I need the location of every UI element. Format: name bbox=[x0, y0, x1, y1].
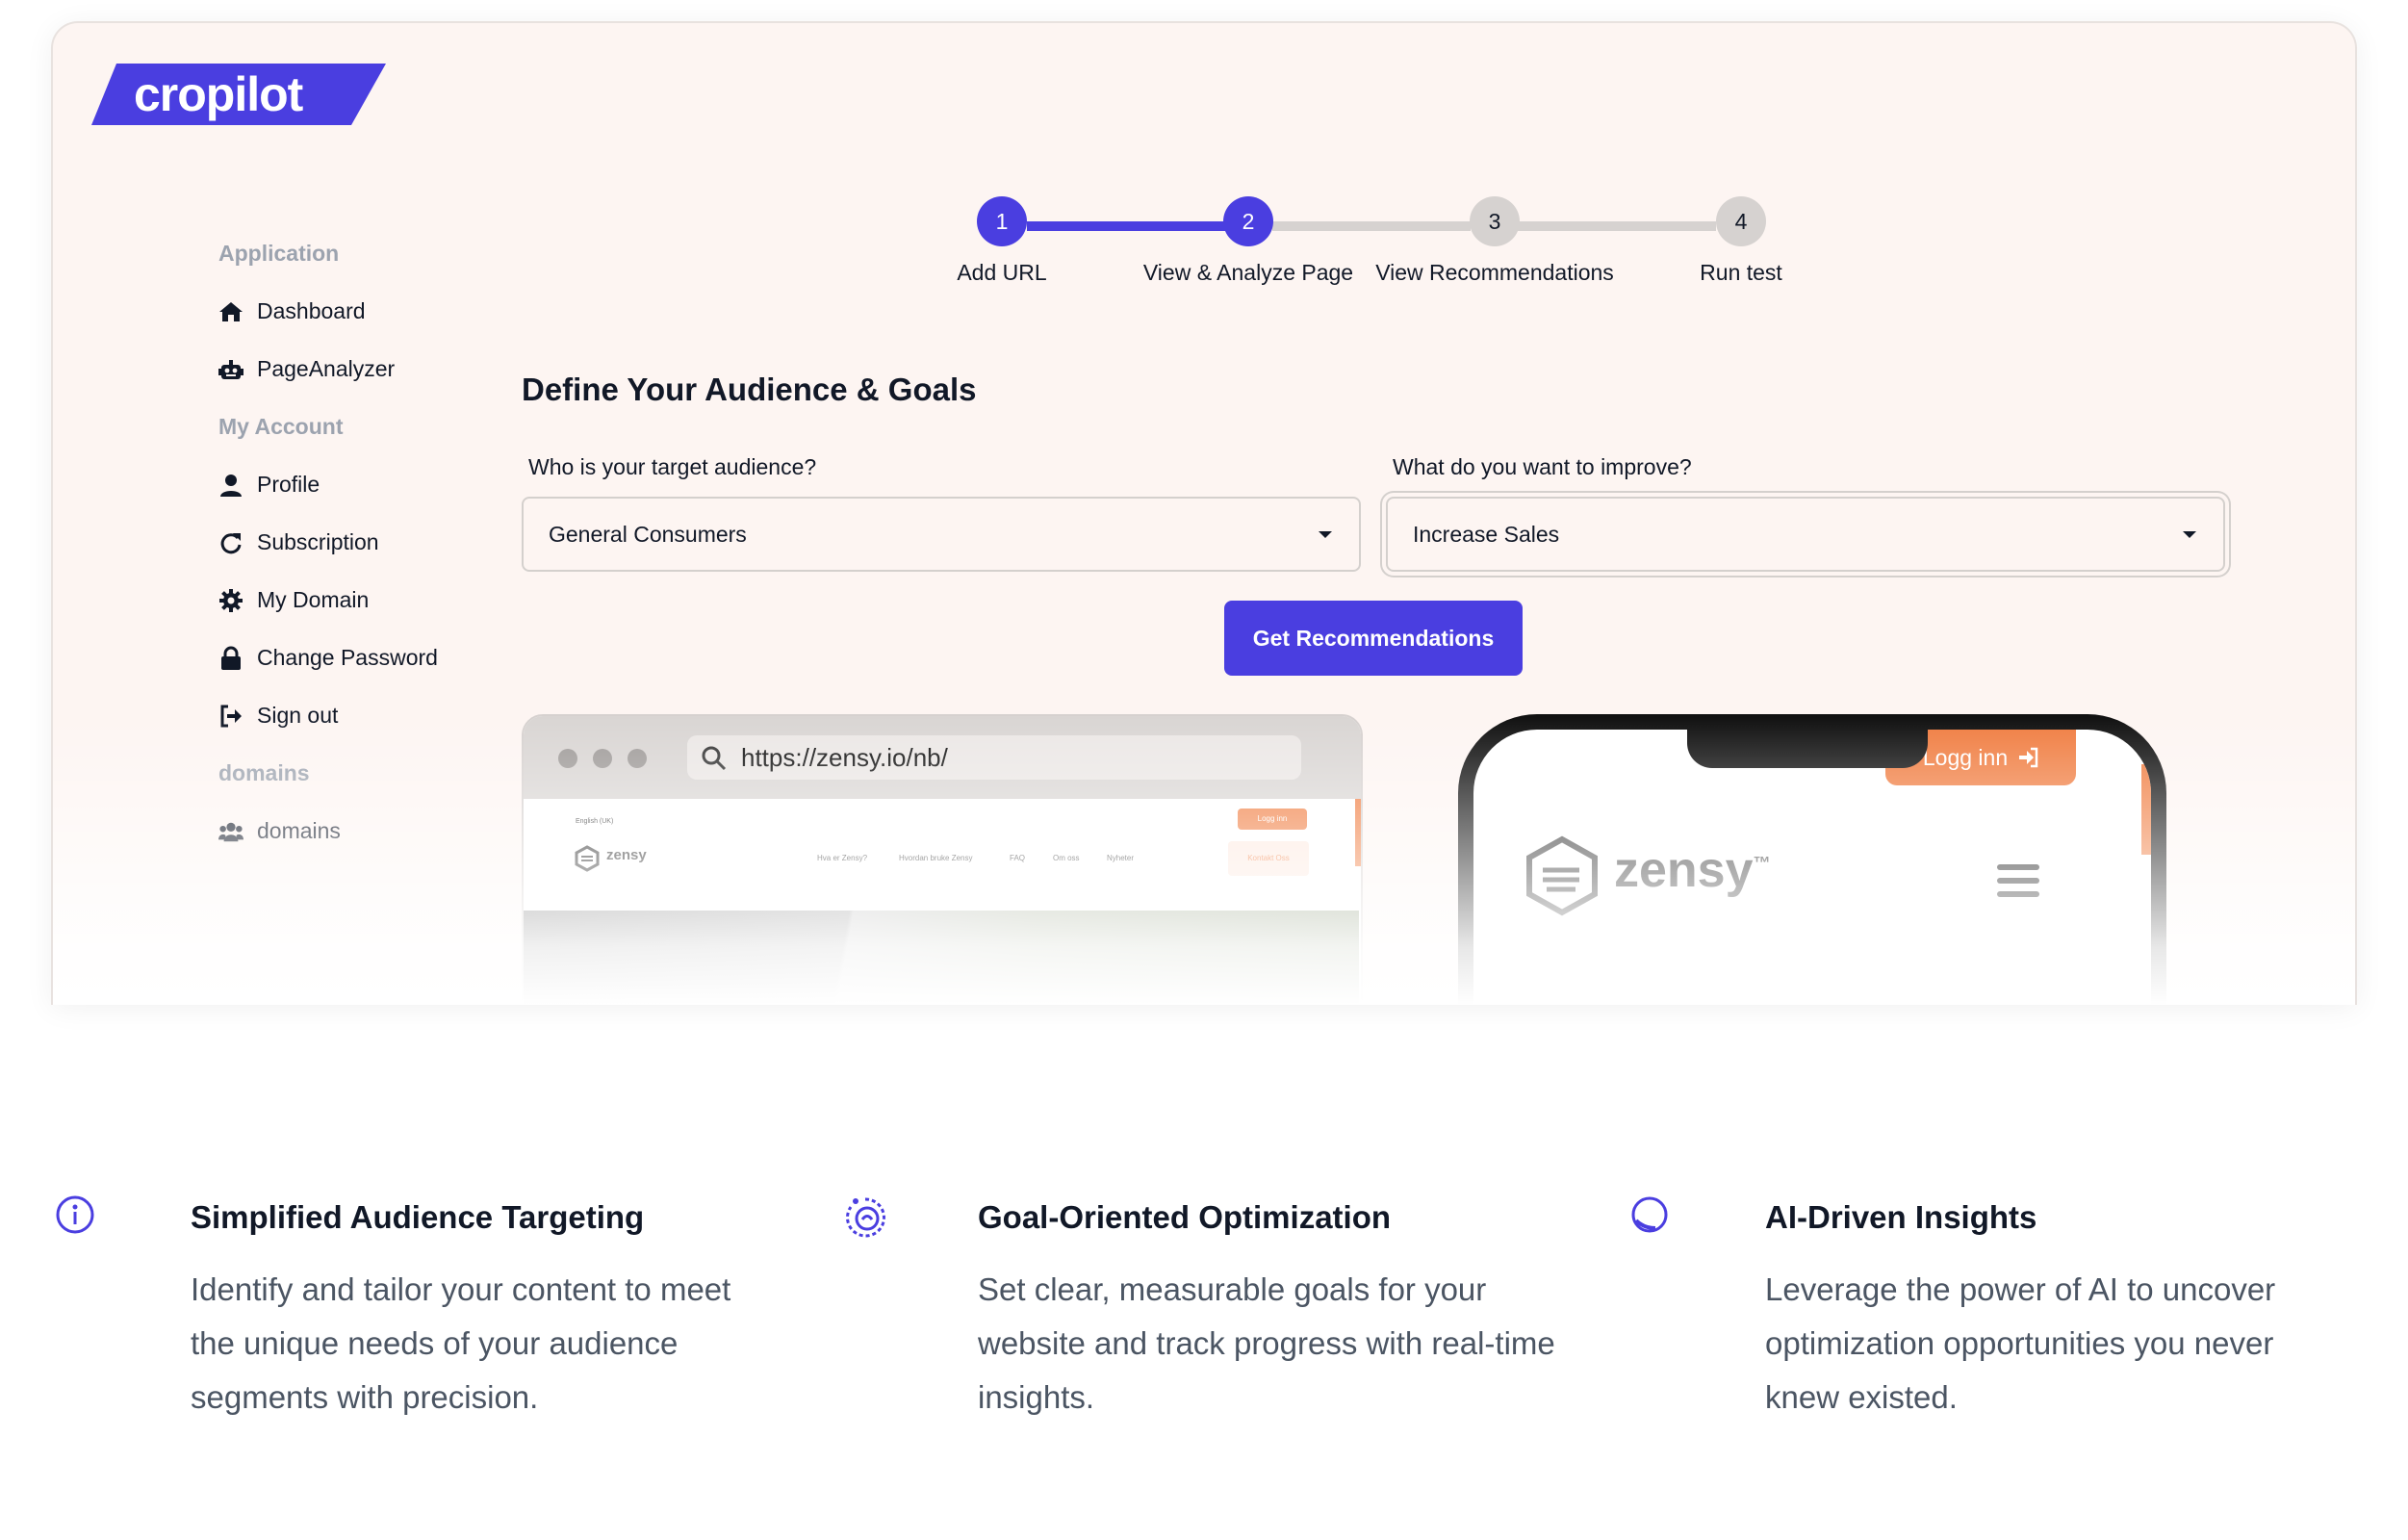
mobile-brand: zensy™ bbox=[1614, 841, 1771, 899]
step-2-label: View & Analyze Page bbox=[1142, 260, 1354, 285]
goal-selected-value: Increase Sales bbox=[1413, 521, 1560, 547]
caret-down-icon bbox=[1319, 531, 1332, 538]
preview-nav-item: Hvordan bruke Zensy bbox=[899, 854, 973, 862]
form-heading: Define Your Audience & Goals bbox=[522, 372, 977, 407]
preview-hero-image bbox=[524, 911, 1359, 1005]
sidebar-item-label: Sign out bbox=[257, 703, 339, 728]
feature-title: AI-Driven Insights bbox=[1765, 1199, 2037, 1235]
sign-out-icon bbox=[218, 704, 243, 729]
preview-nav-item: Nyheter bbox=[1107, 854, 1135, 862]
browser-toolbar: https://zensy.io/nb/ bbox=[524, 716, 1361, 799]
address-bar-url: https://zensy.io/nb/ bbox=[741, 742, 948, 772]
zensy-logo-icon bbox=[1522, 835, 1602, 916]
sidebar-section-application: Application bbox=[218, 241, 340, 266]
step-4-circle[interactable]: 4 bbox=[1716, 196, 1766, 246]
preview-scroll-accent bbox=[1355, 799, 1361, 866]
step-2-circle[interactable]: 2 bbox=[1223, 196, 1273, 246]
sidebar-item-label: My Domain bbox=[257, 587, 370, 612]
feature-description: Leverage the power of AI to uncover opti… bbox=[1765, 1271, 2276, 1415]
mobile-scroll-accent bbox=[2141, 764, 2151, 855]
desktop-preview: https://zensy.io/nb/ English (UK) zensy … bbox=[522, 714, 1363, 1005]
refresh-icon bbox=[218, 530, 243, 555]
caret-down-icon bbox=[2183, 531, 2196, 538]
lock-icon bbox=[218, 646, 243, 671]
hamburger-menu-icon bbox=[1997, 864, 2039, 897]
sidebar-item-label: Change Password bbox=[257, 645, 438, 670]
robot-icon bbox=[218, 357, 243, 382]
sidebar-item-label: Dashboard bbox=[257, 298, 366, 323]
address-bar[interactable]: https://zensy.io/nb/ bbox=[687, 735, 1301, 780]
preview-login-button: Logg inn bbox=[1238, 808, 1307, 830]
preview-nav-item: Om oss bbox=[1053, 854, 1080, 862]
sidebar-item-sign-out[interactable]: Sign out bbox=[218, 703, 338, 729]
sidebar-item-pageanalyzer[interactable]: PageAnalyzer bbox=[218, 356, 395, 382]
audience-label: Who is your target audience? bbox=[528, 454, 817, 479]
goal-select[interactable]: Increase Sales bbox=[1386, 497, 2225, 572]
progress-stepper: 1 2 3 4 Add URL View & Analyze Page View… bbox=[957, 196, 1843, 293]
sidebar-item-domains[interactable]: domains bbox=[218, 818, 341, 844]
sidebar-section-my-account: My Account bbox=[218, 414, 344, 439]
feature-description: Identify and tailor your content to meet… bbox=[191, 1271, 731, 1415]
step-3-circle[interactable]: 3 bbox=[1470, 196, 1520, 246]
sidebar-item-label: Subscription bbox=[257, 529, 379, 554]
step-connector-3 bbox=[1518, 221, 1716, 231]
mobile-brand-text: zensy bbox=[1614, 842, 1754, 898]
sidebar-item-dashboard[interactable]: Dashboard bbox=[218, 298, 366, 324]
step-1-label: Add URL bbox=[957, 260, 1047, 285]
cropilot-logo[interactable]: cropilot bbox=[91, 64, 388, 125]
sidebar-item-subscription[interactable]: Subscription bbox=[218, 529, 379, 555]
home-icon bbox=[218, 299, 243, 324]
sidebar-item-label: PageAnalyzer bbox=[257, 356, 396, 381]
ai-circle-icon bbox=[1628, 1194, 1671, 1241]
phone-notch bbox=[1687, 730, 1928, 768]
step-connector-1 bbox=[1027, 221, 1225, 231]
step-1-circle[interactable]: 1 bbox=[977, 196, 1027, 246]
feature-description: Set clear, measurable goals for your web… bbox=[978, 1271, 1555, 1415]
target-swirl-icon bbox=[841, 1194, 889, 1246]
step-4-label: Run test bbox=[1700, 260, 1782, 285]
main-card: cropilot Application Dashboard PageAnaly… bbox=[51, 21, 2357, 1005]
user-icon bbox=[218, 473, 243, 498]
sign-in-icon bbox=[2019, 747, 2038, 768]
preview-brand: zensy bbox=[606, 847, 647, 863]
preview-language: English (UK) bbox=[576, 818, 614, 825]
audience-selected-value: General Consumers bbox=[549, 521, 747, 547]
mobile-login-label: Logg inn bbox=[1922, 744, 2009, 770]
preview-nav-item: FAQ bbox=[1010, 854, 1026, 862]
preview-nav-item: Hva er Zensy? bbox=[817, 854, 868, 862]
logo-text: cropilot bbox=[134, 67, 303, 121]
mobile-preview: Logg inn zensy™ bbox=[1458, 714, 2166, 1005]
sidebar-item-my-domain[interactable]: My Domain bbox=[218, 587, 369, 613]
audience-select[interactable]: General Consumers bbox=[522, 497, 1361, 572]
feature-title: Goal-Oriented Optimization bbox=[978, 1199, 1392, 1235]
trademark-mark: ™ bbox=[1753, 853, 1771, 873]
preview-contact-button: Kontakt Oss bbox=[1228, 841, 1309, 876]
window-dot-icon bbox=[628, 749, 647, 768]
zensy-logo-icon bbox=[574, 845, 601, 872]
sidebar-item-profile[interactable]: Profile bbox=[218, 472, 320, 498]
sidebar-item-label: domains bbox=[257, 818, 341, 843]
users-icon bbox=[218, 819, 243, 844]
window-dot-icon bbox=[593, 749, 612, 768]
feature-title: Simplified Audience Targeting bbox=[191, 1199, 645, 1235]
get-recommendations-button[interactable]: Get Recommendations bbox=[1224, 601, 1523, 676]
window-dot-icon bbox=[558, 749, 577, 768]
search-icon bbox=[702, 746, 727, 771]
step-3-label: View Recommendations bbox=[1375, 260, 1614, 285]
sidebar-section-domains: domains bbox=[218, 760, 310, 785]
info-circle-icon bbox=[54, 1194, 96, 1241]
goal-label: What do you want to improve? bbox=[1393, 454, 1692, 479]
gear-icon bbox=[218, 588, 243, 613]
sidebar-item-change-password[interactable]: Change Password bbox=[218, 645, 438, 671]
step-connector-2 bbox=[1272, 221, 1471, 231]
sidebar-item-label: Profile bbox=[257, 472, 320, 497]
